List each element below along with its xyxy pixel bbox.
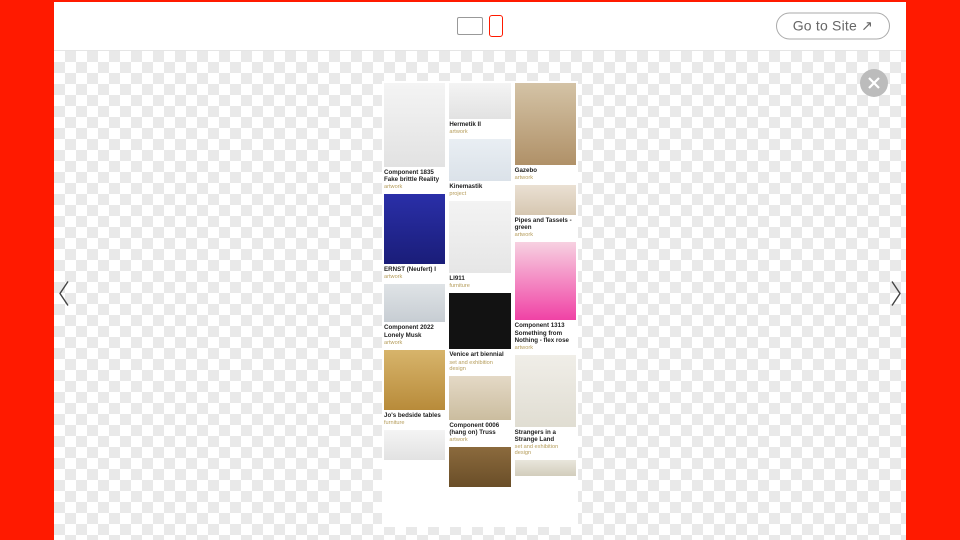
thumbnail (384, 83, 445, 167)
card[interactable]: Venice art biennial set and exhibition de… (449, 293, 510, 371)
card-title: Component 0006 (hang on) Truss (449, 422, 510, 436)
stage: Component 1835 Fake brittle Realityartwo… (54, 51, 906, 540)
thumbnail (384, 350, 445, 410)
thumbnail (449, 447, 510, 487)
card[interactable] (384, 430, 445, 460)
topbar: Go to Site ↗ (54, 0, 906, 51)
go-to-site-button[interactable]: Go to Site ↗ (776, 13, 890, 40)
card[interactable]: Component 2022 Lonely Musk artwork (384, 284, 445, 345)
grid: Component 1835 Fake brittle Realityartwo… (382, 81, 578, 498)
thumbnail (515, 242, 576, 320)
card-category: set and exhibition design (515, 444, 576, 456)
device-toggle (457, 15, 503, 37)
close-button[interactable] (860, 69, 888, 97)
prev-arrow[interactable] (56, 279, 72, 312)
thumbnail (449, 83, 510, 119)
card[interactable]: Strangers in a Strange Landset and exhib… (515, 355, 576, 456)
card-category: artwork (384, 184, 445, 190)
card[interactable]: Component 1835 Fake brittle Realityartwo… (384, 83, 445, 190)
card-title: Pipes and Tassels - green (515, 217, 576, 231)
card-category: artwork (515, 175, 576, 181)
card-category: artwork (515, 232, 576, 238)
card-category: artwork (449, 437, 510, 443)
card[interactable]: Gazeboartwork (515, 83, 576, 181)
card-category: set and exhibition design (449, 360, 510, 372)
card-category: artwork (515, 345, 576, 351)
device-mobile-button[interactable] (489, 15, 503, 37)
thumbnail (515, 83, 576, 165)
card[interactable]: Component 1313 Something from Nothing - … (515, 242, 576, 350)
gallery-viewport: Go to Site ↗ Component 1835 Fake brittle… (54, 0, 906, 540)
thumbnail (449, 376, 510, 420)
card[interactable]: Kinemastikproject (449, 139, 510, 197)
thumbnail (449, 201, 510, 273)
card-category: furniture (384, 420, 445, 426)
thumbnail (384, 194, 445, 264)
card-title: Kinemastik (449, 183, 510, 190)
card[interactable] (515, 460, 576, 476)
grid-scroll[interactable]: Component 1835 Fake brittle Realityartwo… (382, 81, 578, 527)
card[interactable] (449, 447, 510, 487)
thumbnail (515, 185, 576, 215)
card[interactable]: LI911furniture (449, 201, 510, 289)
card[interactable]: Hermetik IIartwork (449, 83, 510, 135)
card[interactable]: Jo's bedside tablesfurniture (384, 350, 445, 426)
thumbnail (449, 293, 510, 349)
card-title: Component 1835 Fake brittle Reality (384, 169, 445, 183)
thumbnail (384, 430, 445, 460)
thumbnail (384, 284, 445, 322)
card-title: Strangers in a Strange Land (515, 429, 576, 443)
card-category: project (449, 191, 510, 197)
card-title: Hermetik II (449, 121, 510, 128)
card-category: furniture (449, 283, 510, 289)
card-category: artwork (449, 129, 510, 135)
card-title: Component 2022 Lonely Musk (384, 324, 445, 338)
card-category: artwork (384, 274, 445, 280)
chevron-right-icon (888, 279, 904, 307)
card-title: LI911 (449, 275, 510, 282)
thumbnail (515, 460, 576, 476)
next-arrow[interactable] (888, 279, 904, 312)
card[interactable]: ERNST (Neufert) Iartwork (384, 194, 445, 280)
card-title: Component 1313 Something from Nothing - … (515, 322, 576, 343)
device-desktop-button[interactable] (457, 17, 483, 35)
card-category: artwork (384, 340, 445, 346)
card-title: Jo's bedside tables (384, 412, 445, 419)
card[interactable]: Pipes and Tassels - greenartwork (515, 185, 576, 238)
chevron-left-icon (56, 279, 72, 307)
card[interactable]: Component 0006 (hang on) Trussartwork (449, 376, 510, 443)
card-title: ERNST (Neufert) I (384, 266, 445, 273)
thumbnail (449, 139, 510, 181)
card-title: Venice art biennial (449, 351, 510, 358)
thumbnail (515, 355, 576, 427)
close-icon (867, 76, 881, 90)
card-title: Gazebo (515, 167, 576, 174)
preview-frame: Component 1835 Fake brittle Realityartwo… (382, 81, 578, 527)
